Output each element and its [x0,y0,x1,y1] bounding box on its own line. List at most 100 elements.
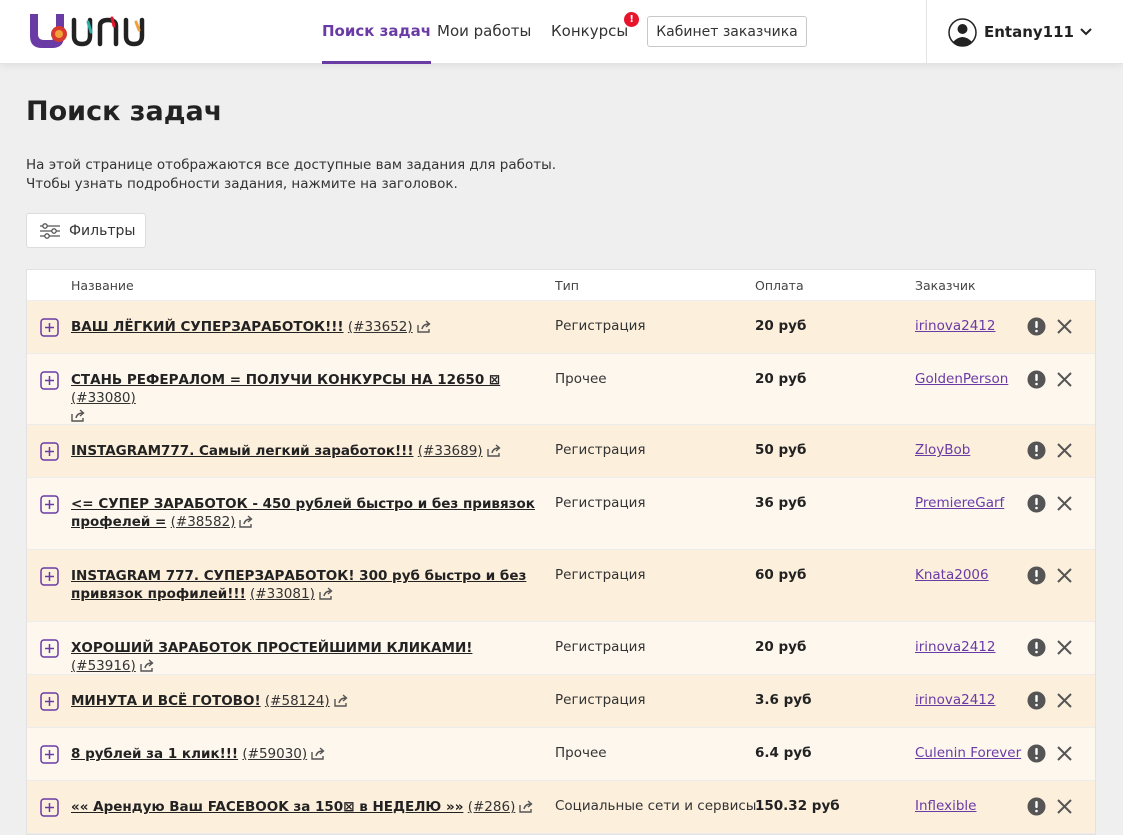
customer-link[interactable]: GoldenPerson [915,371,1008,387]
chevron-down-icon [1080,28,1092,36]
task-type: Прочее [555,371,607,387]
expand-plus-icon[interactable] [40,639,59,658]
task-title-link[interactable]: <= СУПЕР ЗАРАБОТОК - 450 рублей быстро и… [71,496,535,530]
task-title-link[interactable]: «« Арендую Ваш FACEBOOK за 150⊠ в НЕДЕЛЮ… [71,799,463,815]
task-title-link[interactable]: ХОРОШИЙ ЗАРАБОТОК ПРОСТЕЙШИМИ КЛИКАМИ! [71,640,472,656]
expand-plus-icon[interactable] [40,798,59,817]
task-type: Регистрация [555,567,646,583]
task-title-link[interactable]: INSTAGRAM777. Самый легкий заработок!!! [71,443,413,459]
task-pay: 50 руб [755,442,807,458]
description-line: На этой странице отображаются все доступ… [26,157,557,173]
report-icon[interactable] [1027,566,1046,585]
expand-plus-icon[interactable] [40,442,59,461]
task-id[interactable]: (#286) [468,799,516,815]
expand-plus-icon[interactable] [40,371,59,390]
task-type: Регистрация [555,692,646,708]
table-row: <= СУПЕР ЗАРАБОТОК - 450 рублей быстро и… [27,478,1095,550]
table-header: Название Тип Оплата Заказчик [27,270,1095,301]
share-icon[interactable] [239,515,254,528]
task-title-cell: <= СУПЕР ЗАРАБОТОК - 450 рублей быстро и… [71,495,541,531]
customer-link[interactable]: Culenin Forever [915,745,1021,761]
task-title-link[interactable]: 8 рублей за 1 клик!!! [71,746,238,762]
task-type: Социальные сети и сервисы [555,798,757,814]
task-id[interactable]: (#33081) [250,586,315,602]
task-title-link[interactable]: СТАНЬ РЕФЕРАЛОМ = ПОЛУЧИ КОНКУРСЫ НА 126… [71,372,500,388]
task-id[interactable]: (#33689) [418,443,483,459]
customer-link[interactable]: irinova2412 [915,692,996,708]
share-icon[interactable] [486,444,502,457]
hide-task-close-icon[interactable] [1055,797,1074,816]
hide-task-close-icon[interactable] [1055,494,1074,513]
report-icon[interactable] [1027,638,1046,657]
report-icon[interactable] [1027,744,1046,763]
task-title-cell: «« Арендую Ваш FACEBOOK за 150⊠ в НЕДЕЛЮ… [71,798,541,816]
avatar-icon [948,17,977,47]
customer-link[interactable]: ZloyBob [915,442,970,458]
task-type: Регистрация [555,495,646,511]
task-title-link[interactable]: ВАШ ЛЁГКИЙ СУПЕРЗАРАБОТОК!!! [71,319,344,335]
task-title-cell: INSTAGRAM777. Самый легкий заработок!!! … [71,442,541,460]
task-pay: 150.32 руб [755,798,840,814]
task-type: Регистрация [555,318,646,334]
customer-cabinet-button[interactable]: Кабинет заказчика [647,16,807,47]
column-header-customer: Заказчик [915,278,976,293]
customer-link[interactable]: Inflexible [915,798,976,814]
report-icon[interactable] [1027,317,1046,336]
top-header: Поиск задач Мои работы Конкурсы ! Кабине… [0,0,1123,64]
hide-task-close-icon[interactable] [1055,691,1074,710]
task-id[interactable]: (#33652) [348,319,413,335]
expand-plus-icon[interactable] [40,567,59,586]
task-type: Прочее [555,745,607,761]
report-icon[interactable] [1027,370,1046,389]
expand-plus-icon[interactable] [40,745,59,764]
username: Entany111 [984,23,1074,41]
header-divider [926,0,927,63]
hide-task-close-icon[interactable] [1055,441,1074,460]
task-title-cell: СТАНЬ РЕФЕРАЛОМ = ПОЛУЧИ КОНКУРСЫ НА 126… [71,371,541,425]
share-icon[interactable] [334,694,349,707]
column-header-pay: Оплата [755,278,804,293]
user-menu[interactable]: Entany111 [948,16,1092,48]
task-id[interactable]: (#59030) [242,746,307,762]
hide-task-close-icon[interactable] [1055,370,1074,389]
task-title-link[interactable]: МИНУТА И ВСЁ ГОТОВО! [71,693,261,709]
task-type: Регистрация [555,639,646,655]
site-logo[interactable] [28,12,160,50]
hide-task-close-icon[interactable] [1055,566,1074,585]
expand-plus-icon[interactable] [40,495,59,514]
task-pay: 6.4 руб [755,745,812,761]
customer-link[interactable]: irinova2412 [915,318,996,334]
task-title-cell: ХОРОШИЙ ЗАРАБОТОК ПРОСТЕЙШИМИ КЛИКАМИ! (… [71,639,541,675]
report-icon[interactable] [1027,441,1046,460]
report-icon[interactable] [1027,797,1046,816]
customer-link[interactable]: Knata2006 [915,567,989,583]
table-row: СТАНЬ РЕФЕРАЛОМ = ПОЛУЧИ КОНКУРСЫ НА 126… [27,354,1095,425]
hide-task-close-icon[interactable] [1055,317,1074,336]
report-icon[interactable] [1027,494,1046,513]
share-icon[interactable] [311,747,326,760]
share-icon[interactable] [519,800,534,813]
expand-plus-icon[interactable] [40,318,59,337]
description-line: Чтобы узнать подробности задания, нажмит… [26,176,458,192]
share-icon[interactable] [71,409,86,422]
task-id[interactable]: (#38582) [171,514,236,530]
nav-search-tasks[interactable]: Поиск задач [322,0,432,64]
filter-sliders-icon [40,222,60,239]
share-icon[interactable] [140,659,155,672]
customer-link[interactable]: irinova2412 [915,639,996,655]
task-title-cell: 8 рублей за 1 клик!!! (#59030) [71,745,541,763]
hide-task-close-icon[interactable] [1055,638,1074,657]
nav-my-works[interactable]: Мои работы [437,0,531,63]
notification-badge: ! [624,12,640,27]
task-id[interactable]: (#58124) [265,693,330,709]
hide-task-close-icon[interactable] [1055,744,1074,763]
share-icon[interactable] [416,320,432,333]
nav-contests[interactable]: Конкурсы ! [551,0,640,63]
task-id[interactable]: (#53916) [71,658,136,674]
customer-link[interactable]: PremiereGarf [915,495,1004,511]
expand-plus-icon[interactable] [40,692,59,711]
share-icon[interactable] [319,587,334,600]
task-id[interactable]: (#33080) [71,390,136,406]
report-icon[interactable] [1027,691,1046,710]
filters-button[interactable]: Фильтры [26,213,146,248]
